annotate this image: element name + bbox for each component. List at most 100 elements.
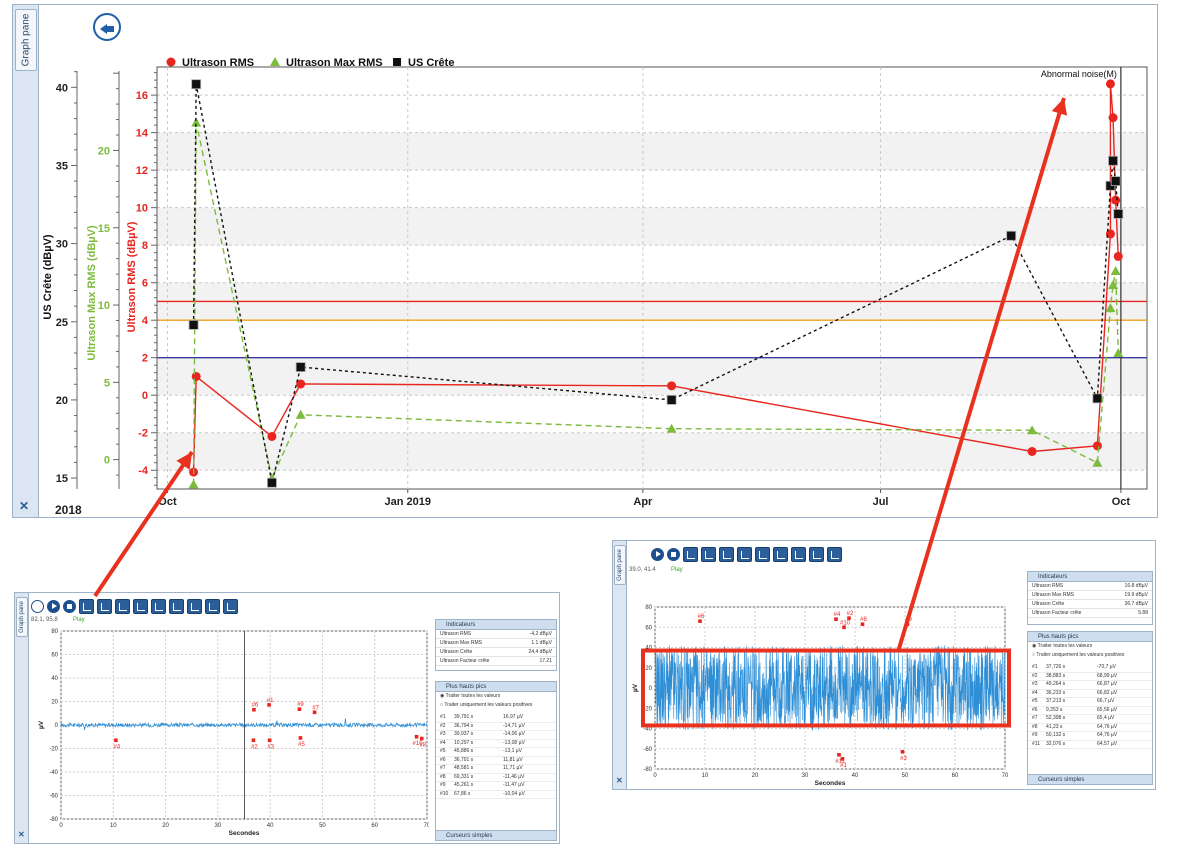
thumb-right-eraser-icon[interactable]: [791, 547, 806, 562]
y-tick-label-rms: 16: [136, 90, 148, 102]
signal-y-tick-label: -80: [49, 817, 58, 823]
signal-x-tick-label: 0: [59, 823, 63, 829]
peak-row[interactable]: #1 39,791 s 16,97 µV: [436, 714, 556, 723]
peak-marker: [298, 736, 303, 740]
peak-time: 36,794 s: [454, 722, 474, 729]
peak-row[interactable]: #4 10,297 s -13,08 µV: [436, 739, 556, 748]
signal-y-tick-label: 40: [51, 676, 58, 682]
peak-row[interactable]: #2 38,883 s 68,99 µV: [1028, 673, 1152, 681]
thumb-right-option-all[interactable]: Traiter toutes les valeurs: [1028, 642, 1152, 651]
thumb-right-time-signal-icon[interactable]: [719, 547, 734, 562]
peak-time: 48,581 s: [454, 765, 474, 771]
thumb-right-snapshot-icon[interactable]: [809, 547, 824, 562]
thumb-left-close-icon[interactable]: ✕: [18, 830, 25, 839]
data-point-crete: [188, 319, 199, 330]
thumb-left-back-button[interactable]: [31, 600, 44, 613]
signal-x-tick-label: 20: [162, 823, 169, 829]
thumb-right-play-button[interactable]: [651, 548, 664, 561]
data-point-crete: [1092, 393, 1103, 404]
peak-time: 36,233 s: [1046, 689, 1066, 696]
peak-value: -11,47 µV: [503, 782, 525, 788]
thumb-right-cursors-title[interactable]: Curseurs simples: [1028, 774, 1152, 784]
thumb-right-close-icon[interactable]: ✕: [616, 776, 623, 785]
eraser-icon[interactable]: [187, 599, 202, 614]
y-tick-label-rms: 8: [142, 240, 148, 252]
peak-row[interactable]: #10 67,86 s -10,04 µV: [436, 791, 556, 799]
peak-row[interactable]: #5 45,886 s -13,1 µV: [436, 748, 556, 757]
y-tick-label-rms: 4: [142, 315, 149, 327]
indicator-name: Ultrason Facteur crête: [1032, 610, 1082, 616]
event-marker-label: Abnormal noise(M): [1041, 69, 1117, 79]
snapshot-icon[interactable]: [205, 599, 220, 614]
peak-marker: [267, 738, 272, 743]
thumb-left-option-positive[interactable]: Traiter uniquement les valeurs positives: [436, 701, 556, 710]
report-icon[interactable]: [223, 599, 238, 614]
time-signal-icon[interactable]: [115, 599, 130, 614]
peak-id: #7: [1032, 715, 1038, 721]
plot-band: [158, 207, 1146, 246]
bar-icon[interactable]: [133, 599, 148, 614]
peak-time: 49,264 s: [1046, 681, 1066, 687]
signal-x-tick-label: 20: [752, 773, 759, 779]
signal-y-tick-label: 0: [649, 686, 653, 692]
peak-row[interactable]: #3 39,937 s -14,06 µV: [436, 731, 556, 740]
peak-row[interactable]: #1 37,726 s -70,7 µV: [1028, 664, 1152, 673]
y-tick-label-crete: 25: [56, 317, 68, 329]
export-icon[interactable]: [79, 599, 94, 614]
thumb-left-cursors-title[interactable]: Curseurs simples: [436, 830, 556, 840]
peak-row[interactable]: #5 37,213 s 66,7 µV: [1028, 698, 1152, 707]
signal-x-tick-label: 50: [319, 823, 326, 829]
data-point-rms: [1113, 251, 1123, 261]
filter-icon[interactable]: [169, 599, 184, 614]
thumb-left-option-all[interactable]: Traiter toutes les valeurs: [436, 692, 556, 701]
peak-row[interactable]: #7 52,398 s 65,4 µV: [1028, 715, 1152, 724]
peak-value: 64,57 µV: [1097, 740, 1118, 747]
indicator-value: 1.1 dBµV: [531, 640, 552, 646]
peak-row[interactable]: #8 69,331 s -11,46 µV: [436, 773, 556, 782]
peak-row[interactable]: #2 36,794 s -14,71 µV: [436, 722, 556, 731]
plot-area: [156, 66, 1148, 490]
thumb-right-level-icon[interactable]: [755, 547, 770, 562]
stop-button[interactable]: [63, 600, 76, 613]
peak-id: #8: [440, 773, 446, 780]
peak-time: 52,398 s: [1046, 715, 1066, 721]
indicator-row: Ultrason Facteur crête 5.88: [1028, 609, 1152, 618]
data-point-crete: [191, 79, 202, 90]
peak-row[interactable]: #9 50,132 s 64,76 µV: [1028, 732, 1152, 741]
indicator-row: Ultrason RMS 16.8 dBµV: [1028, 582, 1152, 591]
level-icon[interactable]: [151, 599, 166, 614]
thumb-right-option-positive[interactable]: Traiter uniquement les valeurs positives: [1028, 651, 1152, 660]
thumb-right-filter-icon[interactable]: [773, 547, 788, 562]
thumb-right-spectrum-icon[interactable]: [701, 547, 716, 562]
signal-x-axis-label: Secondes: [229, 830, 260, 837]
signal-x-tick-label: 40: [267, 823, 274, 829]
peak-row[interactable]: #9 45,261 s -11,47 µV: [436, 782, 556, 791]
spectrum-icon[interactable]: [97, 599, 112, 614]
peak-row[interactable]: #7 48,581 s 11,71 µV: [436, 765, 556, 774]
peak-label: #8: [860, 617, 867, 623]
signal-y-tick-label: -40: [49, 770, 58, 776]
signal-x-tick-label: 50: [902, 773, 909, 779]
y-tick-label-rms: 14: [136, 128, 149, 140]
thumb-right-report-icon[interactable]: [827, 547, 842, 562]
thumb-right-stop-button[interactable]: [667, 548, 680, 561]
thumb-left-graph-pane-tab[interactable]: Graph pane: [16, 597, 28, 637]
peak-id: #4: [440, 739, 446, 746]
peak-row[interactable]: #3 49,264 s 66,87 µV: [1028, 681, 1152, 690]
indicator-value: 17.21: [539, 658, 552, 664]
thumb-right-export-icon[interactable]: [683, 547, 698, 562]
signal-x-tick-label: 40: [852, 773, 859, 779]
peak-row[interactable]: #8 41,23 s 64,76 µV: [1028, 724, 1152, 732]
signal-x-tick-label: 0: [653, 773, 657, 779]
thumb-right-graph-pane-tab[interactable]: Graph pane: [614, 545, 626, 585]
peak-row[interactable]: #11 32,076 s 64,57 µV: [1028, 740, 1152, 749]
peak-row[interactable]: #6 36,791 s 11,81 µV: [436, 757, 556, 765]
data-point-rms: [667, 381, 677, 391]
peak-row[interactable]: #6 9,353 s 65,56 µV: [1028, 707, 1152, 715]
thumb-right-bar-icon[interactable]: [737, 547, 752, 562]
peak-row[interactable]: #4 36,233 s 66,82 µV: [1028, 689, 1152, 698]
thumb-right-tab-strip: Graph pane ✕: [613, 541, 627, 789]
play-button[interactable]: [47, 600, 60, 613]
y-axis-label-crete: US Crête (dBµV): [42, 234, 54, 320]
signal-y-tick-label: 80: [645, 605, 652, 611]
